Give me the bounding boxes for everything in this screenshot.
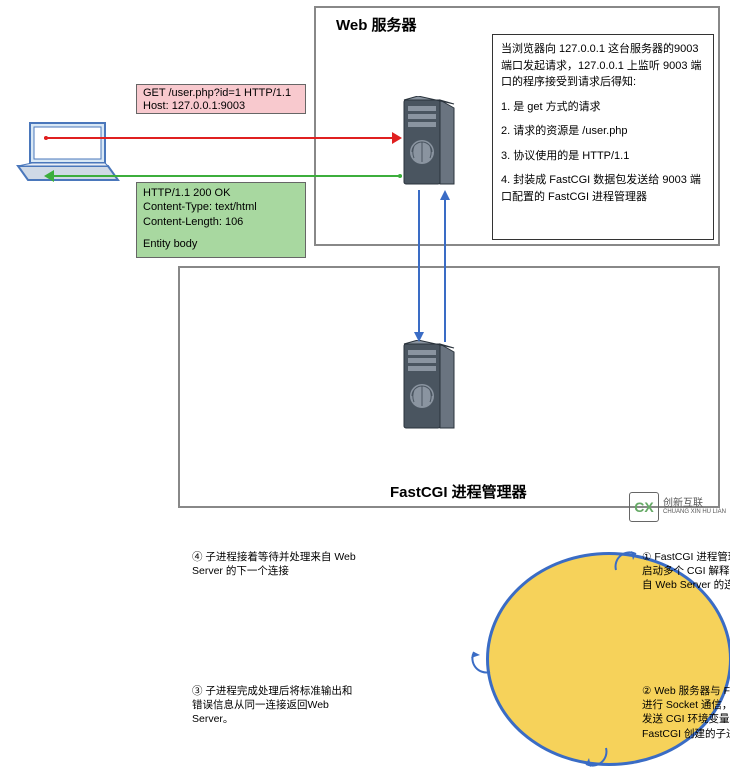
- cycle-arrow-icon: [578, 738, 608, 768]
- request-line-2: Host: 127.0.0.1:9003: [143, 100, 299, 113]
- desc-p2: 2. 请求的资源是 /user.php: [501, 123, 705, 140]
- watermark-text: 创新互联 CHUANG XIN HU LIAN: [663, 498, 726, 516]
- laptop-icon: [10, 118, 120, 188]
- cycle-step-2: ② Web 服务器与 FastCGI 进程管理器进行 Socket 通信，通过 …: [642, 684, 730, 741]
- cycle-arrow-icon: [470, 644, 500, 674]
- desc-p3: 3. 协议使用的是 HTTP/1.1: [501, 148, 705, 165]
- web-server-title: Web 服务器: [336, 14, 417, 35]
- watermark-line-2: CHUANG XIN HU LIAN: [663, 509, 726, 516]
- fastcgi-server-icon: [400, 340, 458, 432]
- desc-p4: 4. 封装成 FastCGI 数据包发送给 9003 端口配置的 FastCGI…: [501, 172, 705, 205]
- http-response-box: HTTP/1.1 200 OK Content-Type: text/html …: [136, 182, 306, 258]
- response-line-2: Content-Type: text/html: [143, 200, 299, 214]
- watermark: CX 创新互联 CHUANG XIN HU LIAN: [629, 492, 726, 522]
- response-line-3: Content-Length: 106: [143, 215, 299, 229]
- watermark-line-1: 创新互联: [663, 498, 726, 509]
- web-server-description: 当浏览器向 127.0.0.1 这台服务器的9003端口发起请求，127.0.0…: [492, 34, 714, 240]
- request-line-1: GET /user.php?id=1 HTTP/1.1: [143, 87, 299, 100]
- desc-p1: 1. 是 get 方式的请求: [501, 99, 705, 116]
- response-body: Entity body: [143, 237, 299, 251]
- watermark-logo-icon: CX: [629, 492, 659, 522]
- desc-intro: 当浏览器向 127.0.0.1 这台服务器的9003端口发起请求，127.0.0…: [501, 41, 705, 91]
- cycle-arrow-icon: [614, 550, 644, 580]
- web-server-box: Web 服务器 当浏览器向 127.0.0.1 这台服务器的9003端口发起请求…: [314, 6, 720, 246]
- cycle-step-1: ① FastCGI 进程管理器自身初始化，启动多个 CGI 解释器进程，并等待来…: [642, 550, 730, 593]
- cycle-step-4: ④ 子进程接着等待并处理来自 Web Server 的下一个连接: [192, 550, 360, 578]
- fastcgi-title: FastCGI 进程管理器: [390, 481, 527, 502]
- cycle-step-3: ③ 子进程完成处理后将标准输出和错误信息从同一连接返回Web Server。: [192, 684, 360, 727]
- cycle-arrow-icon: [724, 638, 730, 668]
- web-server-icon: [400, 96, 458, 188]
- http-request-box: GET /user.php?id=1 HTTP/1.1 Host: 127.0.…: [136, 84, 306, 114]
- response-line-1: HTTP/1.1 200 OK: [143, 186, 299, 200]
